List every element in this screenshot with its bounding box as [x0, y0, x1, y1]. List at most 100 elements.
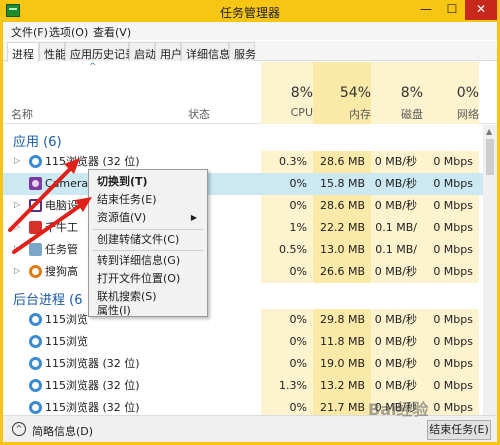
ctx-go-to-details[interactable]: 转到详细信息(G) [97, 252, 201, 270]
cell-mem: 13.0 MB [313, 239, 371, 261]
cell-mem: 29.8 MB [313, 309, 371, 331]
group-background: 后台进程 (6 [3, 283, 483, 309]
tab-app-history[interactable]: 应用历史记录 [65, 42, 136, 61]
header-memory-label[interactable]: 内存 [313, 106, 371, 122]
end-task-button[interactable]: 结束任务(E) [427, 420, 491, 440]
cell-mem: 15.8 MB [319, 177, 365, 190]
process-name: Camera [45, 177, 89, 190]
tab-details[interactable]: 详细信息 [181, 42, 230, 61]
process-row[interactable]: 0% 29.8 MB 0 MB/秒 0 Mbps 115浏览 [3, 309, 483, 331]
title-bar: 任务管理器 — ☐ ✕ [0, 0, 500, 22]
app-icon [29, 221, 42, 234]
process-row[interactable]: 0.3% 28.6 MB 0 MB/秒 0 Mbps ▷ 115浏览器 (32 位) [3, 151, 483, 173]
cell-net: 0 Mbps [433, 177, 473, 190]
expand-chevron-icon[interactable]: ▷ [14, 156, 20, 165]
expand-chevron-icon[interactable]: ▷ [14, 222, 20, 231]
header-status[interactable]: 状态 [188, 106, 210, 122]
menu-view[interactable]: 查看(V) [93, 24, 131, 40]
cell-mem: 19.0 MB [313, 353, 371, 375]
process-list: 应用 (6) 0.3% 28.6 MB 0 MB/秒 0 Mbps ▷ 115浏览器 (3… [3, 125, 483, 415]
cell-cpu: 0% [261, 397, 313, 415]
cell-net: 0 Mbps [423, 195, 479, 217]
header-disk-label[interactable]: 磁盘 [371, 106, 423, 122]
cell-disk: 0 MB/秒 [374, 177, 417, 190]
cell-cpu: 0% [261, 331, 313, 353]
ctx-create-dump[interactable]: 创建转储文件(C) [97, 231, 201, 249]
cell-disk: 0 MB/秒 [371, 331, 423, 353]
cell-cpu: 0% [261, 195, 313, 217]
cell-disk: 0.1 MB/秒 [371, 239, 423, 278]
scroll-thumb[interactable] [486, 139, 494, 175]
header-disk-percent[interactable]: 8% [371, 85, 423, 101]
cell-disk: 0 MB/秒 [371, 309, 423, 331]
ctx-resource-values[interactable]: 资源值(V) ▶ [97, 209, 201, 227]
browser-icon [29, 357, 42, 370]
header-network-percent[interactable]: 0% [423, 85, 479, 101]
cell-disk: 0 MB/秒 [371, 261, 423, 283]
camera-icon [29, 177, 42, 190]
submenu-arrow-icon: ▶ [190, 213, 197, 222]
tab-startup[interactable]: 启动 [129, 42, 156, 61]
process-row[interactable]: 0% 19.0 MB 0 MB/秒 0 Mbps 115浏览器 (32 位) [3, 353, 483, 375]
tab-performance[interactable]: 性能 [39, 42, 66, 61]
ctx-resource-values-label: 资源值(V) [97, 211, 147, 224]
browser-icon [29, 335, 42, 348]
ctx-open-file-location[interactable]: 打开文件位置(O) [97, 270, 201, 288]
ctx-properties[interactable]: 属性(I) [97, 304, 201, 318]
cell-net: 0 Mbps [423, 261, 479, 283]
header-network-label[interactable]: 网络 [423, 106, 479, 122]
expand-chevron-icon[interactable]: ▷ [14, 266, 20, 275]
ctx-switch-to[interactable]: 切换到(T) [97, 173, 201, 191]
app-icon [29, 265, 42, 278]
header-memory-percent[interactable]: 54% [313, 85, 371, 101]
group-apps: 应用 (6) [3, 125, 483, 151]
cell-mem: 26.6 MB [313, 261, 371, 283]
group-apps-title: 应用 (6) [13, 135, 62, 150]
process-row[interactable]: 1.3% 13.2 MB 0 MB/秒 0 Mbps 115浏览器 (32 位) [3, 375, 483, 397]
cell-cpu: 1.3% [261, 375, 313, 397]
process-name: 任务管 [45, 243, 78, 256]
app-icon [29, 199, 42, 212]
browser-icon [29, 155, 42, 168]
maximize-button[interactable]: ☐ [439, 0, 465, 20]
expand-chevron-icon[interactable]: ▷ [14, 244, 20, 253]
expand-chevron-icon[interactable]: ▷ [14, 200, 20, 209]
process-row[interactable]: 0% 28.6 MB 0 MB/秒 0 Mbps ▷ 电脑设 [3, 195, 483, 217]
cell-disk: 0 MB/秒 [371, 353, 423, 375]
process-row[interactable]: 0% 26.6 MB 0 MB/秒 0 Mbps ▷ 搜狗高 [3, 261, 483, 283]
cell-cpu: 0% [289, 177, 307, 190]
close-button[interactable]: ✕ [465, 0, 497, 20]
cell-disk: 0 MB/秒 [371, 151, 423, 173]
cell-mem: 13.2 MB [313, 375, 371, 397]
menu-options[interactable]: 选项(O) [49, 24, 88, 40]
process-name: 115浏览器 (32 位) [45, 379, 140, 392]
vertical-scrollbar[interactable]: ▲ [483, 125, 497, 415]
tab-users[interactable]: 用户 [155, 42, 182, 61]
tab-processes[interactable]: 进程 [7, 42, 39, 62]
cell-net: 0 Mbps [423, 239, 479, 261]
header-name[interactable]: 名称 [11, 106, 33, 122]
tab-services[interactable]: 服务 [229, 42, 256, 61]
menu-file[interactable]: 文件(F) [11, 24, 48, 40]
cell-disk: 0 MB/秒 [371, 375, 423, 397]
fewer-details-link[interactable]: 简略信息(D) [32, 423, 93, 439]
cell-disk: 0 MB/秒 [371, 195, 423, 217]
process-row[interactable]: 0.5%13.0 MB0.1 MB/秒0 Mbps ▷ 任务管 [3, 239, 483, 278]
browser-icon [29, 313, 42, 326]
process-row[interactable]: 0% 11.8 MB 0 MB/秒 0 Mbps 115浏览 [3, 331, 483, 353]
process-name: 115浏览 [45, 335, 88, 348]
process-name: 搜狗高 [45, 265, 78, 278]
minimize-button[interactable]: — [413, 0, 439, 20]
process-row-selected[interactable]: 0% 15.8 MB 0 MB/秒 0 Mbps Camera [3, 173, 483, 195]
process-row[interactable]: 1%22.2 MB0.1 MB/秒0 Mbps ▷ 千牛工 [3, 217, 483, 256]
process-name: 115浏览器 (32 位) [45, 401, 140, 414]
header-cpu-label[interactable]: CPU [261, 106, 313, 119]
task-manager-window: 任务管理器 — ☐ ✕ 文件(F) 选项(O) 查看(V) 进程 性能 应用历史… [0, 0, 500, 445]
scroll-up-icon[interactable]: ▲ [486, 127, 492, 136]
cell-disk: 0.1 MB/秒 [371, 217, 423, 256]
ctx-end-task[interactable]: 结束任务(E) [97, 191, 201, 209]
header-cpu-percent[interactable]: 8% [261, 85, 313, 101]
context-menu: 切换到(T) 结束任务(E) 资源值(V) ▶ 创建转储文件(C) 转到详细信息… [88, 169, 208, 317]
collapse-chevron-icon[interactable]: ^ [12, 422, 26, 436]
cell-mem: 21.7 MB [313, 397, 371, 415]
